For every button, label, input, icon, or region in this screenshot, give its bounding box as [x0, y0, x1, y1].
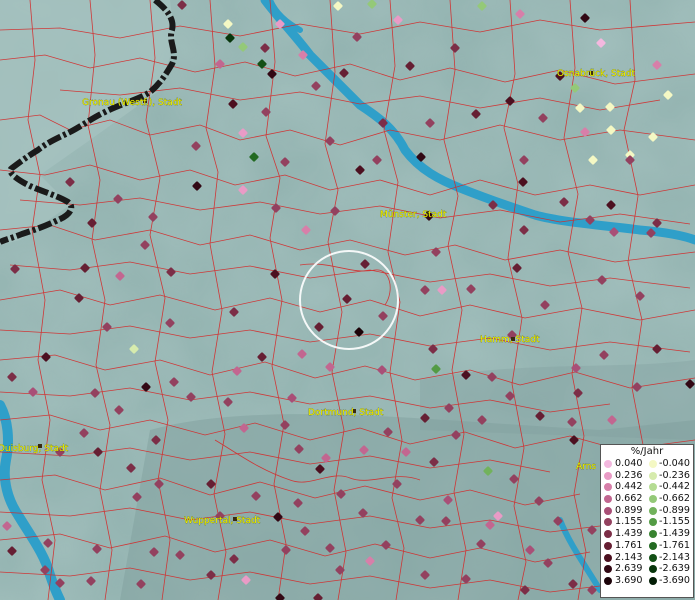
- legend-row: 1.155 -1.155: [601, 516, 693, 528]
- city-label-muenster: Münster, Stadt: [380, 210, 447, 220]
- city-label-hamm: Hamm, Stadt: [480, 335, 540, 345]
- legend-row: 0.662 -0.662: [601, 493, 693, 505]
- legend-row: 1.761 -1.761: [601, 540, 693, 552]
- legend-swatch-positive: [604, 553, 612, 562]
- legend-row: 3.690 -3.690: [601, 575, 693, 587]
- legend-value-negative: -0.442: [659, 481, 690, 493]
- city-hamm[interactable]: Hamm, Stadt: [480, 335, 540, 345]
- legend-row: 2.143 -2.143: [601, 552, 693, 564]
- legend-value-negative: -0.236: [659, 469, 690, 481]
- city-wuppertal[interactable]: Wuppertal, Stadt: [184, 516, 261, 526]
- legend-title: %/Jahr: [630, 446, 664, 457]
- legend-value-negative: -0.899: [659, 504, 690, 516]
- legend-value-negative: -3.690: [659, 574, 690, 586]
- city-duisburg[interactable]: Duisburg, Stadt: [0, 444, 69, 454]
- legend-swatch-negative: [649, 483, 657, 492]
- legend-row: 0.899 -0.899: [601, 505, 693, 517]
- legend-value-negative: -1.439: [659, 528, 690, 540]
- legend-swatch-positive: [604, 495, 612, 504]
- legend-swatch-negative: [649, 518, 657, 527]
- legend-swatch-negative: [649, 565, 657, 574]
- city-muenster[interactable]: Münster, Stadt: [380, 210, 447, 220]
- legend-swatch-negative: [649, 471, 657, 480]
- legend-swatch-negative: [649, 506, 657, 515]
- city-label-gronau: Gronau (Westf.), Stadt: [82, 98, 182, 108]
- legend-swatch-positive: [604, 565, 612, 574]
- legend-value-negative: -1.761: [659, 539, 690, 551]
- legend-value-negative: -2.639: [659, 563, 690, 575]
- legend-row: 0.236 -0.236: [601, 470, 693, 482]
- legend-swatch-negative: [649, 530, 657, 539]
- legend-swatch-positive: [604, 541, 612, 550]
- city-label-arnsberg: Arns: [576, 462, 596, 472]
- city-osnabrueck[interactable]: Osnabrück, Stadt: [557, 69, 636, 79]
- legend-row: 1.439 -1.439: [601, 528, 693, 540]
- legend-rows: 0.040 -0.040 0.236 -0.236 0.442 -0.442 0.662 -0…: [601, 458, 693, 587]
- legend-value-positive: 0.442: [615, 481, 643, 493]
- map-canvas[interactable]: Gronau (Westf.), Stadt Osnabrück, Stadt …: [0, 0, 695, 600]
- city-gronau[interactable]: Gronau (Westf.), Stadt: [82, 98, 183, 108]
- legend-swatch-positive: [604, 471, 612, 480]
- legend-swatch-negative: [649, 553, 657, 562]
- legend-value-negative: -0.662: [659, 493, 690, 505]
- legend-swatch-negative: [649, 460, 657, 468]
- legend-swatch-negative: [649, 576, 657, 585]
- legend-swatch-positive: [604, 483, 612, 492]
- city-dortmund[interactable]: Dortmund, Stadt: [308, 408, 384, 418]
- city-label-osnabrueck: Osnabrück, Stadt: [557, 69, 635, 79]
- legend-value-positive: 0.662: [615, 493, 643, 505]
- legend-row: 2.639 -2.639: [601, 563, 693, 575]
- legend-swatch-positive: [604, 518, 612, 527]
- legend-value-positive: 1.761: [615, 539, 643, 551]
- city-arnsberg[interactable]: Arns: [576, 462, 597, 472]
- legend-swatch-positive: [604, 460, 612, 468]
- legend-swatch-positive: [604, 530, 612, 539]
- legend-value-negative: -2.143: [659, 551, 690, 563]
- legend-swatch-negative: [649, 495, 657, 504]
- city-label-dortmund: Dortmund, Stadt: [308, 408, 384, 418]
- legend-swatch-negative: [649, 541, 657, 550]
- legend-value-positive: 0.040: [615, 458, 643, 469]
- city-label-wuppertal: Wuppertal, Stadt: [184, 516, 261, 526]
- legend-value-positive: 3.690: [615, 574, 643, 586]
- legend-row: 0.040 -0.040: [601, 458, 693, 470]
- legend-row: 0.442 -0.442: [601, 481, 693, 493]
- legend-value-positive: 0.236: [615, 469, 643, 481]
- legend-value-negative: -1.155: [659, 516, 690, 528]
- legend-swatch-positive: [604, 576, 612, 585]
- legend-panel: %/Jahr 0.040 -0.040 0.236 -0.236 0.442 -0.442…: [600, 444, 694, 598]
- legend-value-positive: 0.899: [615, 504, 643, 516]
- legend-value-positive: 1.155: [615, 516, 643, 528]
- legend-value-positive: 2.143: [615, 551, 643, 563]
- legend-value-positive: 1.439: [615, 528, 643, 540]
- city-label-duisburg: Duisburg, Stadt: [0, 444, 69, 454]
- legend-swatch-positive: [604, 506, 612, 515]
- legend-value-negative: -0.040: [659, 458, 690, 469]
- legend-value-positive: 2.639: [615, 563, 643, 575]
